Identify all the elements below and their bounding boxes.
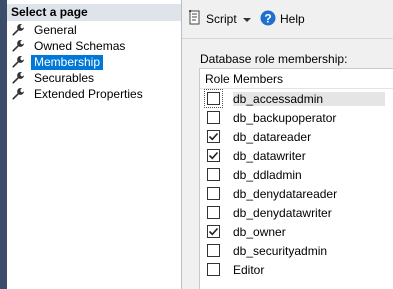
role-name: db_owner — [233, 225, 286, 239]
role-name: db_securityadmin — [233, 244, 328, 258]
role-row: db_denydatareader — [200, 184, 393, 203]
help-label: Help — [280, 12, 305, 26]
role-name: db_denydatawriter — [233, 206, 332, 220]
role-checkbox[interactable] — [207, 149, 220, 162]
role-checkbox[interactable] — [207, 111, 220, 124]
role-membership-label: Database role membership: — [200, 52, 348, 66]
wrench-icon — [11, 39, 25, 53]
script-button[interactable]: Script — [188, 9, 251, 29]
toolbar-separator — [182, 38, 393, 39]
help-button[interactable]: ? Help — [260, 10, 305, 28]
role-row: db_securityadmin — [200, 241, 393, 260]
checkmark-icon — [208, 132, 219, 141]
role-name: db_accessadmin — [233, 92, 386, 106]
page-item-securables[interactable]: Securables — [11, 70, 146, 86]
role-row: db_denydatawriter — [200, 203, 393, 222]
role-checkbox[interactable] — [207, 168, 220, 181]
checkmark-icon — [208, 227, 219, 236]
wrench-icon — [11, 23, 25, 37]
page-item-label: General — [34, 22, 77, 37]
role-checkbox[interactable] — [207, 244, 220, 257]
page-item-extended-properties[interactable]: Extended Properties — [11, 86, 146, 102]
role-row: db_accessadmin — [200, 89, 393, 108]
help-icon: ? — [260, 10, 276, 29]
page-item-label: Owned Schemas — [34, 38, 126, 53]
svg-text:?: ? — [264, 11, 271, 25]
membership-panel: Script ? Help Database role membership: … — [182, 0, 393, 289]
select-page-panel: Select a page General Owned Schemas Member… — [7, 0, 181, 289]
role-row: db_datareader — [200, 127, 393, 146]
page-list: General Owned Schemas Membership Securables… — [11, 22, 146, 102]
wrench-icon — [11, 87, 25, 101]
role-name: Editor — [233, 263, 265, 277]
role-checkbox[interactable] — [207, 187, 220, 200]
role-membership-grid: Role Members db_accessadmin db_backupoper… — [199, 68, 393, 289]
script-icon — [188, 9, 202, 29]
role-checkbox[interactable] — [207, 92, 220, 105]
role-name: db_ddladmin — [233, 168, 302, 182]
toolbar: Script ? Help — [182, 0, 393, 38]
role-row: db_owner — [200, 222, 393, 241]
role-name: db_denydatareader — [233, 187, 338, 201]
page-item-membership[interactable]: Membership — [11, 54, 146, 70]
grid-header: Role Members — [200, 69, 393, 89]
checkmark-icon — [208, 151, 219, 160]
role-name: db_datawriter — [233, 149, 306, 163]
page-item-label: Membership — [31, 54, 104, 70]
select-page-header: Select a page — [7, 4, 181, 21]
wrench-icon — [11, 71, 25, 85]
page-item-label: Securables — [34, 70, 95, 85]
role-row: db_ddladmin — [200, 165, 393, 184]
role-checkbox[interactable] — [207, 206, 220, 219]
page-item-label: Extended Properties — [34, 86, 143, 101]
window-edge — [0, 0, 7, 289]
role-checkbox[interactable] — [207, 130, 220, 143]
role-row: Editor — [200, 260, 393, 279]
role-row: db_datawriter — [200, 146, 393, 165]
page-item-owned-schemas[interactable]: Owned Schemas — [11, 38, 146, 54]
role-checkbox[interactable] — [207, 263, 220, 276]
caret-down-icon[interactable] — [242, 12, 251, 26]
column-header-role-members: Role Members — [205, 71, 284, 86]
role-name: db_datareader — [233, 130, 312, 144]
role-name: db_backupoperator — [233, 111, 337, 125]
wrench-icon — [11, 55, 25, 69]
role-rows: db_accessadmin db_backupoperator db_datare… — [200, 89, 393, 279]
role-row: db_backupoperator — [200, 108, 393, 127]
page-item-general[interactable]: General — [11, 22, 146, 38]
role-checkbox[interactable] — [207, 225, 220, 238]
script-label: Script — [206, 12, 237, 26]
